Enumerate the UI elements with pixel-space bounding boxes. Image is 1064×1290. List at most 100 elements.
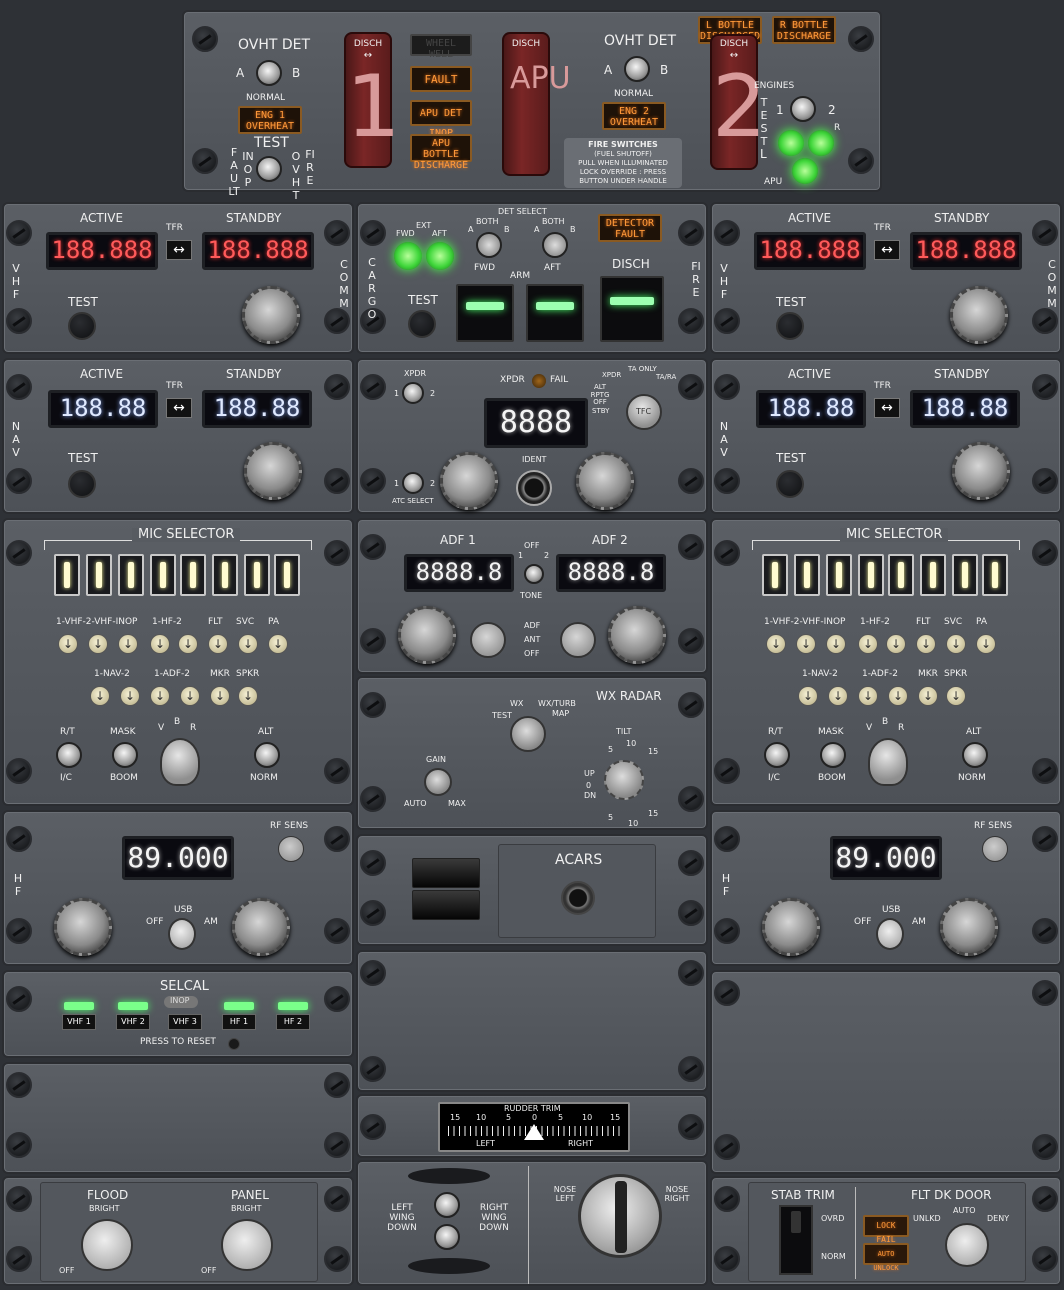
audio-left-mask-boom-switch[interactable] (112, 742, 138, 768)
selcal-vhf2-button[interactable]: VHF 2 (116, 1014, 150, 1030)
vol-left-mkr-icon[interactable]: ↓ (210, 686, 230, 706)
audio-right-mask-boom-switch[interactable] (820, 742, 846, 768)
vol-right-hf2-icon[interactable]: ↓ (886, 634, 906, 654)
apu-fire-handle[interactable]: DISCH APU (502, 32, 571, 176)
wx-mode-selector-knob[interactable] (510, 716, 546, 752)
audio-left-alt-norm-switch[interactable] (254, 742, 280, 768)
vol-right-hf1-icon[interactable]: ↓ (858, 634, 878, 654)
hf-right-mode-knob[interactable] (876, 918, 904, 950)
vol-right-vhf1-icon[interactable]: ↓ (766, 634, 786, 654)
audio-right-filter-selector[interactable] (868, 738, 908, 786)
vol-left-hf2-icon[interactable]: ↓ (178, 634, 198, 654)
vol-left-pa-icon[interactable]: ↓ (268, 634, 288, 654)
rudder-trim-knob[interactable] (578, 1174, 662, 1258)
cargo-arm-aft-switch[interactable] (526, 284, 584, 342)
mic-right-hf2[interactable] (888, 554, 914, 596)
atc-select-switch[interactable] (402, 472, 424, 494)
audio-left-filter-selector[interactable] (160, 738, 200, 786)
mic-left-hf2[interactable] (180, 554, 206, 596)
adf1-frequency-knob[interactable] (398, 606, 456, 664)
vol-right-vhf3-icon[interactable]: ↓ (826, 634, 846, 654)
mic-left-hf1[interactable] (150, 554, 176, 596)
nav-right-test-button[interactable] (776, 470, 804, 498)
nav-left-transfer-button[interactable]: ↔ (166, 398, 192, 418)
mic-right-vhf1[interactable] (762, 554, 788, 596)
adf1-mode-knob[interactable] (470, 622, 506, 658)
audio-right-alt-norm-switch[interactable] (962, 742, 988, 768)
adf2-frequency-knob[interactable] (608, 606, 666, 664)
aileron-trim-top-rocker[interactable] (408, 1168, 490, 1184)
xpdr-mode-selector-knob[interactable]: TFC (626, 394, 662, 430)
xpdr-code-knob-right[interactable] (576, 452, 634, 510)
hf-left-mode-knob[interactable] (168, 918, 196, 950)
vol-left-vhf3-icon[interactable]: ↓ (118, 634, 138, 654)
hf-right-frequency-knob-inner[interactable] (940, 898, 998, 956)
wx-gain-knob[interactable] (424, 768, 452, 796)
vol-left-nav2-icon[interactable]: ↓ (120, 686, 140, 706)
adf2-mode-knob[interactable] (560, 622, 596, 658)
vol-left-spkr-icon[interactable]: ↓ (238, 686, 258, 706)
mic-left-vhf1[interactable] (54, 554, 80, 596)
xpdr-ident-button[interactable] (516, 470, 552, 506)
hf-left-frequency-knob-outer[interactable] (54, 898, 112, 956)
vol-left-nav1-icon[interactable]: ↓ (90, 686, 110, 706)
stab-trim-switch[interactable] (779, 1205, 813, 1275)
xpdr-code-knob-left[interactable] (440, 452, 498, 510)
vol-left-adf1-icon[interactable]: ↓ (150, 686, 170, 706)
adf-tone-switch[interactable] (524, 564, 544, 584)
vol-left-vhf2-icon[interactable]: ↓ (88, 634, 108, 654)
mic-right-flt[interactable] (920, 554, 946, 596)
mic-left-pa[interactable] (274, 554, 300, 596)
panel-brightness-knob[interactable] (221, 1219, 273, 1271)
vol-right-flt-icon[interactable]: ↓ (916, 634, 936, 654)
vol-right-adf1-icon[interactable]: ↓ (858, 686, 878, 706)
mic-left-vhf3[interactable] (118, 554, 144, 596)
vol-left-hf1-icon[interactable]: ↓ (150, 634, 170, 654)
cargo-arm-fwd-switch[interactable] (456, 284, 514, 342)
ovht-det-right-switch[interactable] (624, 56, 650, 82)
mic-left-vhf2[interactable] (86, 554, 112, 596)
audio-left-rt-ic-switch[interactable] (56, 742, 82, 768)
vol-right-adf2-icon[interactable]: ↓ (888, 686, 908, 706)
det-select-fwd-switch[interactable] (476, 232, 502, 258)
nav-right-transfer-button[interactable]: ↔ (874, 398, 900, 418)
xpdr-select-switch[interactable] (402, 382, 424, 404)
vol-right-spkr-icon[interactable]: ↓ (946, 686, 966, 706)
acars-switch-upper[interactable] (412, 858, 480, 888)
audio-right-rt-ic-switch[interactable] (764, 742, 790, 768)
vol-left-adf2-icon[interactable]: ↓ (180, 686, 200, 706)
vol-left-svc-icon[interactable]: ↓ (238, 634, 258, 654)
mic-right-hf1[interactable] (858, 554, 884, 596)
vol-right-nav2-icon[interactable]: ↓ (828, 686, 848, 706)
det-select-aft-switch[interactable] (542, 232, 568, 258)
hf-right-frequency-knob-outer[interactable] (762, 898, 820, 956)
mic-left-flt[interactable] (212, 554, 238, 596)
acars-button[interactable] (561, 881, 595, 915)
mic-left-svc[interactable] (244, 554, 270, 596)
engine1-fire-handle[interactable]: DISCH ↔ 1 (344, 32, 401, 168)
flt-dk-door-selector[interactable] (945, 1223, 989, 1267)
ext-test-switch[interactable] (790, 96, 816, 122)
selcal-vhf3-button[interactable]: VHF 3 (168, 1014, 202, 1030)
selcal-hf1-button[interactable]: HF 1 (222, 1014, 256, 1030)
vol-right-nav1-icon[interactable]: ↓ (798, 686, 818, 706)
wx-tilt-knob[interactable] (604, 760, 644, 800)
aileron-trim-left-switch[interactable] (434, 1192, 460, 1218)
aileron-trim-bottom-rocker[interactable] (408, 1258, 490, 1274)
selcal-hf2-button[interactable]: HF 2 (276, 1014, 310, 1030)
hf-right-rf-sens-knob[interactable] (982, 836, 1008, 862)
aileron-trim-right-switch[interactable] (434, 1224, 460, 1250)
nav-left-frequency-knob[interactable] (244, 442, 302, 500)
vol-left-flt-icon[interactable]: ↓ (208, 634, 228, 654)
fire-test-switch[interactable] (256, 156, 282, 182)
vhf-left-frequency-knob[interactable] (242, 286, 300, 344)
hf-left-rf-sens-knob[interactable] (278, 836, 304, 862)
selcal-reset-button[interactable] (228, 1038, 240, 1050)
nav-right-frequency-knob[interactable] (952, 442, 1010, 500)
vhf-right-frequency-knob[interactable] (950, 286, 1008, 344)
mic-right-svc[interactable] (952, 554, 978, 596)
vol-right-pa-icon[interactable]: ↓ (976, 634, 996, 654)
nav-left-test-button[interactable] (68, 470, 96, 498)
mic-right-vhf3[interactable] (826, 554, 852, 596)
vhf-right-transfer-button[interactable]: ↔ (874, 240, 900, 260)
